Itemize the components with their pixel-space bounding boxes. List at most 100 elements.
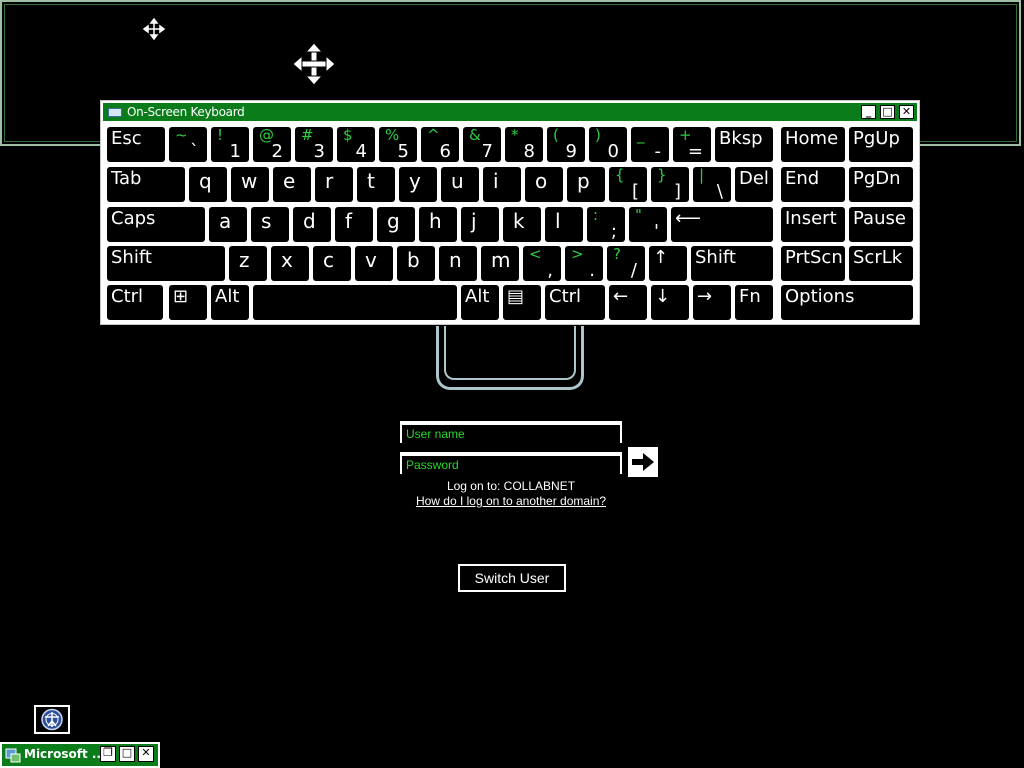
on-screen-keyboard-window[interactable]: On-Screen Keyboard _ □ ✕ Esc ~ `! 1 @2 #3 $4% 5… bbox=[100, 100, 920, 325]
key-rctrl[interactable]: Ctrl bbox=[545, 285, 605, 320]
key-label: Pause bbox=[853, 208, 906, 229]
key-rbracket[interactable]: }] bbox=[651, 167, 689, 202]
key-del[interactable]: Del bbox=[735, 167, 773, 202]
key-c[interactable]: c bbox=[313, 246, 351, 281]
key-slash[interactable]: ? / bbox=[607, 246, 645, 281]
key-u[interactable]: u bbox=[441, 167, 479, 202]
key-n[interactable]: n bbox=[439, 246, 477, 281]
key-backtick[interactable]: ~ ` bbox=[169, 127, 207, 162]
key-scrlk[interactable]: ScrLk bbox=[849, 246, 913, 281]
key-up[interactable]: ↑ bbox=[649, 246, 687, 281]
key-period[interactable]: >. bbox=[565, 246, 603, 281]
key-h[interactable]: h bbox=[419, 207, 457, 242]
key-pause[interactable]: Pause bbox=[849, 207, 913, 242]
key-label: End bbox=[785, 168, 820, 189]
key-prtscn[interactable]: PrtScn bbox=[781, 246, 845, 281]
key-space[interactable] bbox=[253, 285, 457, 320]
key-2[interactable]: @2 bbox=[253, 127, 291, 162]
key-tab[interactable]: Tab bbox=[107, 167, 185, 202]
minimize-button[interactable]: _ bbox=[861, 105, 876, 119]
key-f[interactable]: f bbox=[335, 207, 373, 242]
key-menu[interactable]: ▤ bbox=[503, 285, 541, 320]
key-z[interactable]: z bbox=[229, 246, 267, 281]
key-comma[interactable]: <, bbox=[523, 246, 561, 281]
key-o[interactable]: o bbox=[525, 167, 563, 202]
key-pgdn[interactable]: PgDn bbox=[849, 167, 913, 202]
key-end[interactable]: End bbox=[781, 167, 845, 202]
key-8[interactable]: * 8 bbox=[505, 127, 543, 162]
key-0[interactable]: ) 0 bbox=[589, 127, 627, 162]
osk-titlebar[interactable]: On-Screen Keyboard _ □ ✕ bbox=[103, 103, 917, 121]
username-input[interactable] bbox=[402, 425, 620, 443]
key-r[interactable]: r bbox=[315, 167, 353, 202]
key-7[interactable]: & 7 bbox=[463, 127, 501, 162]
maximize-button[interactable]: □ bbox=[880, 105, 895, 119]
keyboard-icon bbox=[108, 108, 122, 117]
key-bksp[interactable]: Bksp bbox=[715, 127, 773, 162]
key-l[interactable]: l bbox=[545, 207, 583, 242]
submit-logon-button[interactable] bbox=[628, 447, 658, 477]
close-button[interactable]: ✕ bbox=[899, 105, 914, 119]
key-options[interactable]: Options bbox=[781, 285, 913, 320]
key-k[interactable]: k bbox=[503, 207, 541, 242]
key-lshift[interactable]: Shift bbox=[107, 246, 225, 281]
key-5[interactable]: % 5 bbox=[379, 127, 417, 162]
password-input[interactable] bbox=[402, 456, 620, 474]
key-t[interactable]: t bbox=[357, 167, 395, 202]
key-lctrl[interactable]: Ctrl bbox=[107, 285, 163, 320]
taskbar-maximize-button[interactable]: □ bbox=[119, 746, 135, 762]
key-enter[interactable]: ⟵ bbox=[671, 207, 773, 242]
key-y[interactable]: y bbox=[399, 167, 437, 202]
key-left[interactable]: ← bbox=[609, 285, 647, 320]
other-domain-link[interactable]: How do I log on to another domain? bbox=[400, 494, 622, 508]
key-lalt[interactable]: Alt bbox=[211, 285, 249, 320]
username-field[interactable] bbox=[400, 421, 622, 443]
key-s[interactable]: s bbox=[251, 207, 289, 242]
key-down[interactable]: ↓ bbox=[651, 285, 689, 320]
key-insert[interactable]: Insert bbox=[781, 207, 845, 242]
key-6[interactable]: ^ 6 bbox=[421, 127, 459, 162]
key-label: Ctrl bbox=[549, 286, 582, 307]
key-g[interactable]: g bbox=[377, 207, 415, 242]
taskbar-item-microsoft[interactable]: Microsoft ... ❐ □ ✕ bbox=[0, 742, 160, 768]
key-home[interactable]: Home bbox=[781, 127, 845, 162]
key-4[interactable]: $4 bbox=[337, 127, 375, 162]
key-label: Shift bbox=[111, 247, 152, 268]
key-rshift[interactable]: Shift bbox=[691, 246, 773, 281]
key-base-char: ; bbox=[610, 221, 617, 242]
password-field[interactable] bbox=[400, 452, 622, 474]
key-win[interactable]: ⊞ bbox=[169, 285, 207, 320]
key-caps[interactable]: Caps bbox=[107, 207, 205, 242]
key-9[interactable]: (9 bbox=[547, 127, 585, 162]
key-pgup[interactable]: PgUp bbox=[849, 127, 913, 162]
ease-of-access-button[interactable] bbox=[34, 705, 70, 734]
key-j[interactable]: j bbox=[461, 207, 499, 242]
key-minus[interactable]: _ - bbox=[631, 127, 669, 162]
taskbar-close-button[interactable]: ✕ bbox=[138, 746, 154, 762]
key-b[interactable]: b bbox=[397, 246, 435, 281]
key-semicolon[interactable]: :; bbox=[587, 207, 625, 242]
key-fn[interactable]: Fn bbox=[735, 285, 773, 320]
key-base-char: ] bbox=[673, 181, 681, 202]
key-q[interactable]: q bbox=[189, 167, 227, 202]
key-backslash[interactable]: | \ bbox=[693, 167, 731, 202]
key-right[interactable]: → bbox=[693, 285, 731, 320]
key-e[interactable]: e bbox=[273, 167, 311, 202]
key-equals[interactable]: + = bbox=[673, 127, 711, 162]
key-1[interactable]: ! 1 bbox=[211, 127, 249, 162]
key-ralt[interactable]: Alt bbox=[461, 285, 499, 320]
key-v[interactable]: v bbox=[355, 246, 393, 281]
key-w[interactable]: w bbox=[231, 167, 269, 202]
taskbar-restore-button[interactable]: ❐ bbox=[100, 746, 116, 762]
key-esc[interactable]: Esc bbox=[107, 127, 165, 162]
key-a[interactable]: a bbox=[209, 207, 247, 242]
key-3[interactable]: #3 bbox=[295, 127, 333, 162]
switch-user-button[interactable]: Switch User bbox=[458, 564, 566, 592]
key-i[interactable]: i bbox=[483, 167, 521, 202]
key-lbracket[interactable]: {[ bbox=[609, 167, 647, 202]
key-m[interactable]: m bbox=[481, 246, 519, 281]
key-quote[interactable]: " ' bbox=[629, 207, 667, 242]
key-d[interactable]: d bbox=[293, 207, 331, 242]
key-p[interactable]: p bbox=[567, 167, 605, 202]
key-x[interactable]: x bbox=[271, 246, 309, 281]
